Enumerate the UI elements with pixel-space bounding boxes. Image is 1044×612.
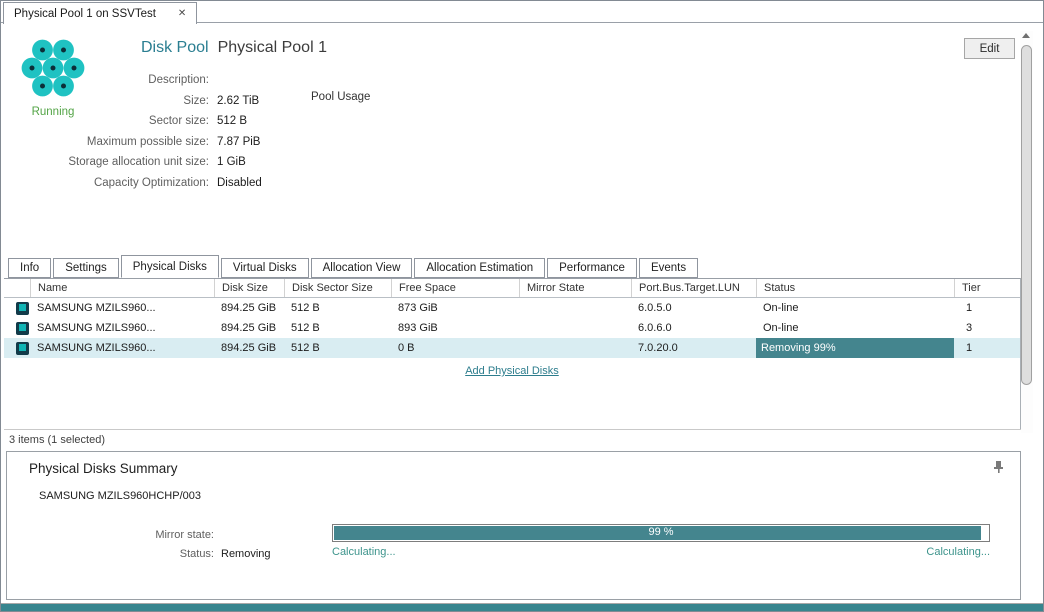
pool-header-pane: Running Disk PoolPhysical Pool 1 Descrip… bbox=[2, 24, 1018, 254]
column-tier[interactable]: Tier bbox=[954, 279, 1020, 297]
edit-button[interactable]: Edit bbox=[964, 38, 1015, 59]
cell-tier: 1 bbox=[954, 298, 1020, 318]
cell-free-space: 873 GiB bbox=[391, 298, 519, 318]
app-window: Physical Pool 1 on SSVTest ✕ Running Dis… bbox=[0, 0, 1044, 612]
tab-settings[interactable]: Settings bbox=[53, 258, 119, 278]
tab-physical-disks[interactable]: Physical Disks bbox=[121, 255, 219, 278]
prop-value-alloc-unit: 1 GiB bbox=[217, 156, 246, 168]
items-status-bar: 3 items (1 selected) bbox=[4, 429, 1021, 450]
prop-label-max-size: Maximum possible size: bbox=[2, 136, 209, 148]
column-free-space[interactable]: Free Space bbox=[391, 279, 519, 297]
cell-free-space: 0 B bbox=[391, 338, 519, 358]
cell-disk-size: 894.25 GiB bbox=[214, 318, 284, 338]
prop-value-max-size: 7.87 PiB bbox=[217, 136, 260, 148]
bottom-accent-strip bbox=[1, 603, 1043, 611]
pool-name: Physical Pool 1 bbox=[218, 39, 327, 56]
cell-mirror-state bbox=[519, 338, 631, 358]
pool-type-label: Disk Pool bbox=[141, 39, 209, 56]
cell-name: SAMSUNG MZILS960... bbox=[30, 298, 214, 318]
cell-name: SAMSUNG MZILS960... bbox=[30, 338, 214, 358]
scrollbar-thumb[interactable] bbox=[1021, 45, 1032, 385]
cell-mirror-state bbox=[519, 318, 631, 338]
physical-disk-icon bbox=[16, 322, 29, 335]
tab-events[interactable]: Events bbox=[639, 258, 698, 278]
mirror-state-label: Mirror state: bbox=[7, 529, 214, 541]
tab-allocation-estimation[interactable]: Allocation Estimation bbox=[414, 258, 545, 278]
mirror-progress-label: 99 % bbox=[333, 526, 989, 538]
prop-label-alloc-unit: Storage allocation unit size: bbox=[2, 156, 209, 168]
cell-port: 6.0.5.0 bbox=[631, 298, 756, 318]
cell-tier: 3 bbox=[954, 318, 1020, 338]
cell-tier: 1 bbox=[954, 338, 1020, 358]
cell-mirror-state bbox=[519, 298, 631, 318]
prop-label-description: Description: bbox=[2, 74, 209, 86]
summary-status-label: Status: bbox=[7, 548, 214, 560]
page-title: Disk Pool Physical Pool 1 bbox=[141, 39, 327, 57]
tab-strip: Info Settings Physical Disks Virtual Dis… bbox=[4, 255, 1021, 278]
column-disk-sector-size[interactable]: Disk Sector Size bbox=[284, 279, 391, 297]
summary-disk-name: SAMSUNG MZILS960HCHP/003 bbox=[39, 490, 201, 502]
table-row[interactable]: SAMSUNG MZILS960... 894.25 GiB 512 B 893… bbox=[4, 318, 1020, 338]
pool-usage-label: Pool Usage bbox=[311, 91, 370, 103]
cell-sector-size: 512 B bbox=[284, 318, 391, 338]
prop-value-sector-size: 512 B bbox=[217, 115, 247, 127]
physical-disks-table: Name Disk Size Disk Sector Size Free Spa… bbox=[4, 278, 1021, 431]
close-icon[interactable]: ✕ bbox=[178, 8, 186, 19]
add-physical-disks-link[interactable]: Add Physical Disks bbox=[465, 365, 559, 377]
physical-disks-summary-panel: Physical Disks Summary SAMSUNG MZILS960H… bbox=[6, 451, 1021, 600]
cell-name: SAMSUNG MZILS960... bbox=[30, 318, 214, 338]
cell-status: On-line bbox=[756, 318, 954, 338]
table-row-selected[interactable]: SAMSUNG MZILS960... 894.25 GiB 512 B 0 B… bbox=[4, 338, 1020, 358]
column-mirror-state[interactable]: Mirror State bbox=[519, 279, 631, 297]
table-row[interactable]: SAMSUNG MZILS960... 894.25 GiB 512 B 873… bbox=[4, 298, 1020, 318]
tab-virtual-disks[interactable]: Virtual Disks bbox=[221, 258, 309, 278]
disk-icon-cell bbox=[4, 338, 30, 358]
add-link-row: Add Physical Disks bbox=[4, 360, 1020, 382]
document-tab[interactable]: Physical Pool 1 on SSVTest ✕ bbox=[3, 2, 197, 24]
tab-info[interactable]: Info bbox=[8, 258, 51, 278]
details-pane: Info Settings Physical Disks Virtual Dis… bbox=[4, 255, 1021, 431]
cell-free-space: 893 GiB bbox=[391, 318, 519, 338]
prop-label-size: Size: bbox=[2, 95, 209, 107]
cell-disk-size: 894.25 GiB bbox=[214, 298, 284, 318]
table-header-row: Name Disk Size Disk Sector Size Free Spa… bbox=[4, 279, 1020, 298]
summary-title: Physical Disks Summary bbox=[29, 461, 178, 476]
scroll-up-icon[interactable] bbox=[1022, 33, 1030, 38]
pin-icon[interactable] bbox=[993, 460, 1004, 474]
cell-port: 7.0.20.0 bbox=[631, 338, 756, 358]
column-icon bbox=[4, 279, 30, 297]
pool-properties: Description: Size: 2.62 TiB Sector size: 5… bbox=[2, 70, 262, 193]
cell-port: 6.0.6.0 bbox=[631, 318, 756, 338]
physical-disk-icon bbox=[16, 342, 29, 355]
column-name[interactable]: Name bbox=[30, 279, 214, 297]
column-disk-size[interactable]: Disk Size bbox=[214, 279, 284, 297]
mirror-progress-bar: 99 % bbox=[332, 524, 990, 542]
prop-label-sector-size: Sector size: bbox=[2, 115, 209, 127]
removing-progress-cell: Removing 99% bbox=[756, 338, 954, 358]
cell-sector-size: 512 B bbox=[284, 298, 391, 318]
column-status[interactable]: Status bbox=[756, 279, 954, 297]
prop-value-size: 2.62 TiB bbox=[217, 95, 259, 107]
document-tab-title: Physical Pool 1 on SSVTest bbox=[14, 8, 156, 20]
cell-disk-size: 894.25 GiB bbox=[214, 338, 284, 358]
cell-sector-size: 512 B bbox=[284, 338, 391, 358]
tab-allocation-view[interactable]: Allocation View bbox=[311, 258, 413, 278]
cell-status: On-line bbox=[756, 298, 954, 318]
disk-icon-cell bbox=[4, 318, 30, 338]
prop-label-capacity-opt: Capacity Optimization: bbox=[2, 177, 209, 189]
prop-value-capacity-opt: Disabled bbox=[217, 177, 262, 189]
disk-icon-cell bbox=[4, 298, 30, 318]
physical-disk-icon bbox=[16, 302, 29, 315]
summary-status-value: Removing bbox=[221, 548, 271, 560]
table-empty-area bbox=[4, 382, 1020, 431]
vertical-scrollbar[interactable] bbox=[1020, 31, 1033, 433]
cell-status: Removing 99% bbox=[756, 338, 954, 358]
column-port-bus-target-lun[interactable]: Port.Bus.Target.LUN bbox=[631, 279, 756, 297]
tab-performance[interactable]: Performance bbox=[547, 258, 637, 278]
calculating-right-text: Calculating... bbox=[332, 546, 990, 558]
